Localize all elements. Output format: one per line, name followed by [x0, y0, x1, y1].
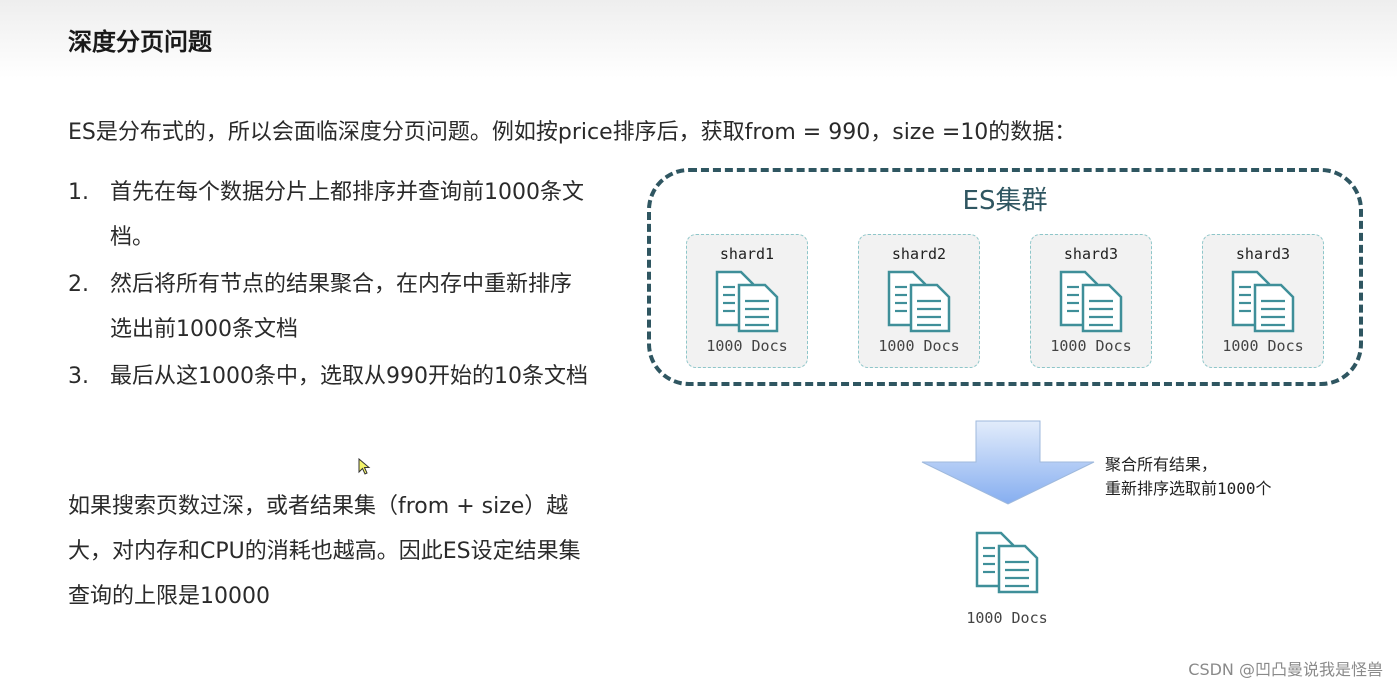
- step-text: 最后从这1000条中，选取从990开始的10条文档: [110, 364, 588, 389]
- document-icon: [1059, 270, 1123, 333]
- intro-text: ES是分布式的，所以会面临深度分页问题。例如按price排序后，获取from =…: [68, 120, 1077, 145]
- mouse-cursor-icon: [358, 458, 371, 475]
- step-number: 2.: [68, 272, 89, 297]
- shard-card: shard2 1000 Docs: [858, 234, 980, 368]
- document-icon: [715, 270, 779, 333]
- conclusion-text: 如果搜索页数过深，或者结果集（from + size）越大，对内存和CPU的消耗…: [68, 494, 581, 609]
- list-item: 2. 然后将所有节点的结果聚合，在内存中重新排序选出前1000条文档: [68, 262, 608, 352]
- merge-note: 聚合所有结果， 重新排序选取前1000个: [1105, 453, 1272, 501]
- shard-name: shard2: [891, 245, 947, 263]
- step-text: 然后将所有节点的结果聚合，在内存中重新排序选出前1000条文档: [110, 272, 573, 342]
- page-title: 深度分页问题: [68, 28, 212, 56]
- shard-name: shard3: [1063, 245, 1119, 263]
- shard-docs: 1000 Docs: [1222, 337, 1304, 355]
- shard-card: shard3 1000 Docs: [1030, 234, 1152, 368]
- shard-name: shard3: [1235, 245, 1291, 263]
- merge-note-line: 聚合所有结果，: [1105, 455, 1218, 474]
- shard-docs: 1000 Docs: [1050, 337, 1132, 355]
- step-text: 首先在每个数据分片上都排序并查询前1000条文档。: [110, 180, 584, 250]
- shard-name: shard1: [719, 245, 775, 263]
- shard-card: shard1 1000 Docs: [686, 234, 808, 368]
- document-icon: [975, 531, 1039, 594]
- result-docs: 1000 Docs: [966, 609, 1048, 627]
- list-item: 1. 首先在每个数据分片上都排序并查询前1000条文档。: [68, 170, 608, 260]
- cluster-title: ES集群: [962, 186, 1048, 216]
- watermark: CSDN @凹凸曼说我是怪兽: [1188, 660, 1383, 679]
- shard-card: shard3 1000 Docs: [1202, 234, 1324, 368]
- document-icon: [887, 270, 951, 333]
- step-number: 1.: [68, 180, 89, 205]
- down-arrow-icon: [921, 420, 1095, 505]
- document-icon: [1231, 270, 1295, 333]
- step-number: 3.: [68, 364, 89, 389]
- shard-docs: 1000 Docs: [878, 337, 960, 355]
- list-item: 3. 最后从这1000条中，选取从990开始的10条文档: [68, 354, 608, 399]
- shard-docs: 1000 Docs: [706, 337, 788, 355]
- merge-note-line: 重新排序选取前1000个: [1105, 479, 1272, 498]
- steps-list: 1. 首先在每个数据分片上都排序并查询前1000条文档。 2. 然后将所有节点的…: [68, 170, 608, 401]
